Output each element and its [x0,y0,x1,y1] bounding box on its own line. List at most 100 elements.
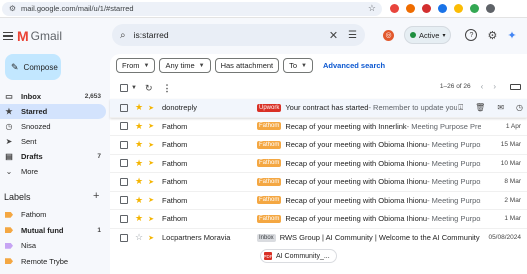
star-icon: ★ [5,107,13,116]
label-tag-icon [5,211,13,218]
table-row[interactable]: ★ ➤ Fathom Fathom Recap of your meeting … [110,118,527,136]
importance-marker-icon[interactable]: ➤ [148,215,154,223]
email-snippet: - Meeting Purpose Ses... [427,158,481,168]
list-toolbar: ▼ ↻ ⋮ 1–26 of 26 ‹ › [110,80,527,96]
label-badge[interactable]: Fathom [257,196,282,205]
extension-icon-2[interactable] [406,4,415,13]
sidebar-item-more[interactable]: ⌄ More [0,164,106,179]
label-badge[interactable]: Fathom [257,140,282,149]
table-row[interactable]: ★ ➤ donotreply Upwork Your contract has … [110,99,527,118]
extension-icon-4[interactable] [438,4,447,13]
sidebar-item-sent[interactable]: ➤ Sent [0,134,106,149]
prev-page-icon[interactable]: ‹ [481,82,484,91]
label-badge[interactable]: Upwork [257,103,282,112]
table-row[interactable]: ★ ➤ Fathom Fathom Recap of your meeting … [110,136,527,155]
star-icon[interactable]: ☆ [135,232,143,243]
star-icon[interactable]: ★ [135,213,143,224]
row-checkbox[interactable] [120,103,128,112]
star-icon[interactable]: ★ [135,158,143,169]
search-options-icon[interactable]: ☰ [348,30,357,41]
table-row[interactable]: ★ ➤ Fathom Fathom Recap of your meeting … [110,192,527,210]
filter-to-chip[interactable]: To ▼ [283,58,313,73]
archive-icon[interactable]: ⍗ [458,103,463,113]
attachment-chip[interactable]: PDF AI Community_... [260,249,337,263]
importance-marker-icon[interactable]: ➤ [148,141,154,149]
select-all-checkbox[interactable] [120,84,128,92]
email-date: 2 Mar [504,196,521,204]
row-checkbox[interactable] [120,159,128,168]
advanced-search-link[interactable]: Advanced search [323,61,385,70]
add-label-icon[interactable]: + [93,190,99,202]
clear-search-icon[interactable]: ✕ [329,29,338,42]
extension-icon-7[interactable] [486,4,495,13]
label-item-remote-trybe[interactable]: Remote Trybe [0,254,106,270]
delete-icon[interactable]: 🗑 [475,103,485,113]
importance-marker-icon[interactable]: ➤ [148,196,154,204]
select-dropdown-icon[interactable]: ▼ [131,85,137,91]
mark-unread-icon[interactable]: ✉ [497,103,504,113]
filter-from-chip[interactable]: From ▼ [116,58,156,73]
help-icon[interactable]: ? [465,29,478,41]
search-bar[interactable]: ⌕ is:starred ✕ ☰ [112,24,365,46]
row-checkbox[interactable] [120,233,128,242]
status-selector[interactable]: Active ▾ [404,26,452,44]
row-checkbox[interactable] [120,140,128,149]
star-icon[interactable]: ★ [135,195,143,206]
sidebar-item-starred[interactable]: ★ Starred [0,104,106,119]
table-row[interactable]: ★ ➤ Fathom Fathom Recap of your meeting … [110,173,527,192]
sidebar-item-drafts[interactable]: ▤ Drafts 7 [0,149,106,164]
importance-marker-icon[interactable]: ➤ [148,159,154,167]
bookmark-star-icon[interactable]: ☆ [368,3,376,14]
row-checkbox[interactable] [120,122,128,131]
importance-marker-icon[interactable]: ➤ [148,234,154,242]
star-icon[interactable]: ★ [135,139,143,150]
sidebar-item-snoozed[interactable]: ◷ Snoozed [0,119,106,134]
label-badge[interactable]: Fathom [257,177,282,186]
label-item-mutual-fund[interactable]: Mutual fund 1 [0,223,106,239]
row-checkbox[interactable] [120,196,128,205]
label-item-fathom[interactable]: Fathom [0,207,106,223]
refresh-icon[interactable]: ↻ [145,83,153,94]
site-info-icon[interactable]: ⚙ [8,4,17,13]
next-page-icon[interactable]: › [493,82,496,91]
row-checkbox[interactable] [120,177,128,186]
gmail-logo[interactable]: M Gmail [17,28,62,44]
importance-marker-icon[interactable]: ➤ [148,104,154,112]
extension-icon-5[interactable] [454,4,463,13]
table-row[interactable]: ☆ ➤ Locpartners Moravia Inbox RWS Group … [110,229,527,248]
more-options-icon[interactable]: ⋮ [163,83,172,94]
extension-icon-3[interactable] [422,4,431,13]
row-checkbox[interactable] [120,214,128,223]
extension-icon-6[interactable] [470,4,479,13]
importance-marker-icon[interactable]: ➤ [148,122,154,130]
star-icon[interactable]: ★ [135,102,143,113]
chevron-down-icon: ▼ [143,62,150,69]
input-tools-icon[interactable] [510,83,521,90]
filter-has-attachment-chip[interactable]: Has attachment [214,58,280,73]
star-icon[interactable]: ★ [135,121,143,132]
extension-icon-1[interactable] [390,4,399,13]
gemini-icon[interactable]: ✦ [507,29,516,42]
label-badge[interactable]: Fathom [257,159,282,168]
sidebar-item-inbox[interactable]: ▭ Inbox 2,653 [0,89,106,104]
settings-gear-icon[interactable]: ⚙ [487,29,497,42]
label-badge[interactable]: Fathom [257,214,282,223]
importance-marker-icon[interactable]: ➤ [148,178,154,186]
extension-status-icon[interactable]: ◎ [383,29,394,41]
email-subject: Recap of your meeting with Obioma Ihionu [285,158,428,168]
label-item-nisa[interactable]: Nisa [0,238,106,254]
star-icon[interactable]: ★ [135,176,143,187]
table-row[interactable]: ★ ➤ Fathom Fathom Recap of your meeting … [110,210,527,229]
filter-any-time-chip[interactable]: Any time ▼ [159,58,211,73]
label-badge[interactable]: Inbox [257,233,276,242]
compose-button[interactable]: ✎ Compose [5,54,61,80]
main-menu-icon[interactable] [3,32,17,40]
search-icon[interactable]: ⌕ [120,30,126,41]
label-badge[interactable]: Fathom [257,122,282,131]
snooze-icon[interactable]: ◷ [516,103,523,113]
email-subject: Your contract has started [285,103,369,113]
search-input[interactable]: is:starred [134,30,169,40]
url-field[interactable]: ⚙ mail.google.com/mail/u/1/#starred ☆ [2,1,382,16]
table-row[interactable]: ★ ➤ Fathom Fathom Recap of your meeting … [110,155,527,173]
url-text: mail.google.com/mail/u/1/#starred [21,4,134,13]
